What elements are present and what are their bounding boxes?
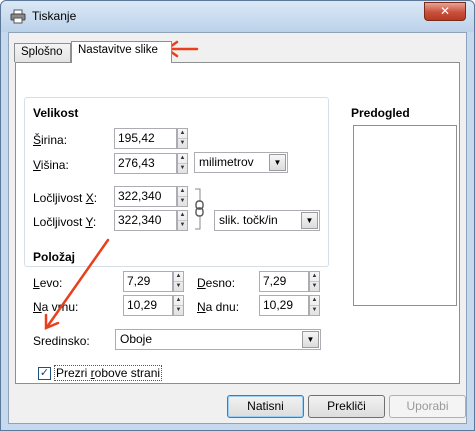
top-margin-spinner[interactable]: ▲ ▼ [173,295,184,316]
width-spinner[interactable]: ▲ ▼ [177,128,188,149]
height-input[interactable]: 276,43 [114,153,177,174]
resolution-x-spinner[interactable]: ▲ ▼ [177,186,188,207]
spin-up-icon[interactable]: ▲ [178,211,187,220]
print-dialog-window: Tiskanje ✕ Splošno Nastavitve slike Veli… [0,0,475,431]
height-label: Višina: [33,158,69,172]
spin-up-icon[interactable]: ▲ [174,272,183,281]
bottom-margin-input[interactable]: 10,29 [259,295,309,316]
spin-down-icon[interactable]: ▼ [178,196,187,205]
bottom-margin-spinner[interactable]: ▲ ▼ [309,295,320,316]
cancel-button[interactable]: Prekliči [308,395,385,418]
bottom-margin-label: Na dnu: [197,300,240,314]
left-margin-spinner[interactable]: ▲ ▼ [173,271,184,292]
tab-image-settings[interactable]: Nastavitve slike [71,41,172,63]
preview-area [353,125,457,306]
resolution-x-label: Ločljivost X: [33,191,98,205]
spin-down-icon[interactable]: ▼ [310,305,319,314]
width-input[interactable]: 195,42 [114,128,177,149]
right-margin-input[interactable]: 7,29 [259,271,309,292]
chevron-down-icon[interactable]: ▼ [269,154,286,171]
width-label: Širina: [33,133,68,147]
window-title: Tiskanje [32,9,77,23]
spin-down-icon[interactable]: ▼ [178,163,187,172]
spin-down-icon[interactable]: ▼ [174,281,183,290]
size-section-title: Velikost [33,106,79,120]
spin-up-icon[interactable]: ▲ [174,296,183,305]
position-section-title: Položaj [33,250,76,264]
spin-up-icon[interactable]: ▲ [178,187,187,196]
spin-down-icon[interactable]: ▼ [310,281,319,290]
spin-up-icon[interactable]: ▲ [178,154,187,163]
chevron-down-icon[interactable]: ▼ [302,331,319,348]
title-bar[interactable]: Tiskanje ✕ [1,1,474,32]
center-label: Sredinsko: [33,334,90,348]
close-icon: ✕ [439,4,451,18]
top-margin-label: Na vrhu: [33,300,79,314]
spin-down-icon[interactable]: ▼ [174,305,183,314]
right-margin-label: Desno: [197,276,236,290]
resolution-y-input[interactable]: 322,340 [114,210,177,231]
left-margin-input[interactable]: 7,29 [123,271,173,292]
printer-icon [10,9,26,24]
spin-up-icon[interactable]: ▲ [310,272,319,281]
resolution-y-label: Ločljivost Y: [33,215,97,229]
spin-down-icon[interactable]: ▼ [178,220,187,229]
spin-up-icon[interactable]: ▲ [310,296,319,305]
spin-down-icon[interactable]: ▼ [178,138,187,147]
apply-button[interactable]: Uporabi [389,395,466,418]
unit-select-value: milimetrov [199,155,254,169]
ignore-margins-checkbox[interactable]: ✓ [38,367,51,380]
height-spinner[interactable]: ▲ ▼ [177,153,188,174]
resolution-unit-value: slik. točk/in [219,213,278,227]
resolution-x-input[interactable]: 322,340 [114,186,177,207]
center-select-value: Oboje [120,332,153,346]
size-group [24,97,329,267]
print-button[interactable]: Natisni [227,395,304,418]
resolution-y-spinner[interactable]: ▲ ▼ [177,210,188,231]
spin-up-icon[interactable]: ▲ [178,129,187,138]
chain-link-icon[interactable] [192,187,206,231]
left-margin-label: Levo: [33,276,63,290]
right-margin-spinner[interactable]: ▲ ▼ [309,271,320,292]
top-margin-input[interactable]: 10,29 [123,295,173,316]
close-button[interactable]: ✕ [424,2,466,21]
image-settings-panel: Velikost Širina: 195,42 ▲ ▼ Višina: 276,… [15,62,460,384]
unit-select[interactable]: milimetrov ▼ [194,152,288,173]
resolution-unit-select[interactable]: slik. točk/in ▼ [214,210,320,231]
preview-title: Predogled [351,106,410,120]
chevron-down-icon[interactable]: ▼ [301,212,318,229]
center-select[interactable]: Oboje ▼ [115,329,321,350]
tab-general[interactable]: Splošno [14,43,71,62]
dialog-client-area: Splošno Nastavitve slike Velikost Širina… [8,32,467,424]
ignore-margins-label[interactable]: Prezri robove strani [54,365,163,381]
